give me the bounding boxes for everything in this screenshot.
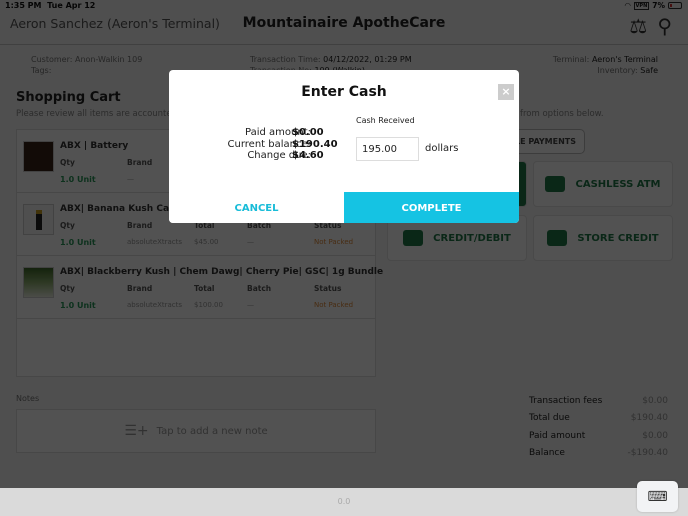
enter-cash-dialog: Enter Cash × Paid amount: Current balanc… xyxy=(169,70,519,223)
currency-unit: dollars xyxy=(425,143,459,154)
change-due-value: $4.60 xyxy=(292,150,324,161)
dialog-title: Enter Cash xyxy=(301,84,387,100)
close-icon[interactable]: × xyxy=(498,84,514,100)
current-balance-value: $190.40 xyxy=(292,138,338,150)
paid-amount-value: $0.00 xyxy=(292,127,324,138)
complete-button[interactable]: COMPLETE xyxy=(344,192,519,223)
cancel-button[interactable]: CANCEL xyxy=(169,192,344,223)
keyboard-bar-value: 0.0 xyxy=(337,497,351,506)
keyboard-accessory-bar: 0.0 xyxy=(0,488,688,516)
keyboard-dismiss-icon[interactable]: ⌨ xyxy=(637,481,678,512)
cash-received-input[interactable] xyxy=(356,137,419,161)
summary-values: $0.00 $190.40 $4.60 xyxy=(292,127,338,162)
cash-received-label: Cash Received xyxy=(356,116,415,125)
